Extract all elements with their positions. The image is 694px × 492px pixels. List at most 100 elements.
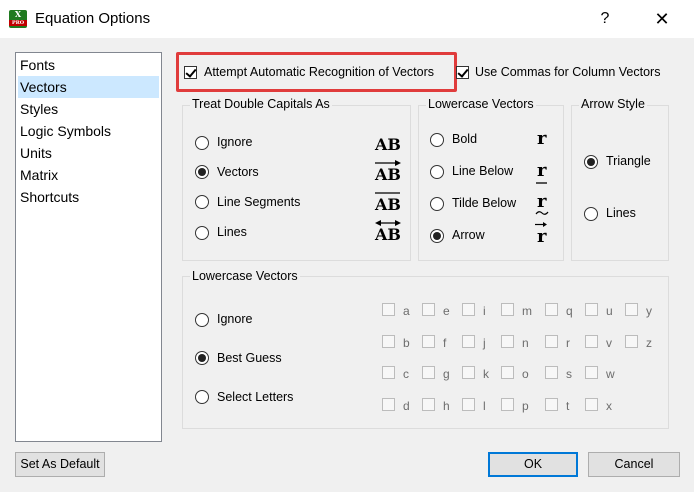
dc-ignore-radio[interactable] — [195, 136, 209, 150]
letter-label: x — [606, 399, 612, 413]
commas-label[interactable]: Use Commas for Column Vectors — [475, 65, 660, 79]
auto-recognition-label[interactable]: Attempt Automatic Recognition of Vectors — [204, 65, 434, 79]
lowercase-vectors-title: Lowercase Vectors — [190, 269, 300, 283]
letter-label: b — [403, 336, 410, 350]
lc-bold-label[interactable]: Bold — [452, 132, 477, 146]
letter-label: p — [522, 399, 529, 413]
letter-checkbox[interactable] — [625, 303, 638, 316]
dc-ignore-symbol: AB — [375, 135, 401, 154]
letter-checkbox[interactable] — [545, 366, 558, 379]
lc-line-below-label[interactable]: Line Below — [452, 164, 513, 178]
arrow-lines-label[interactable]: Lines — [606, 206, 636, 220]
letter-label: v — [606, 336, 612, 350]
ok-button[interactable]: OK — [488, 452, 578, 477]
lv-select-letters-label[interactable]: Select Letters — [217, 390, 293, 404]
letter-checkbox[interactable] — [382, 303, 395, 316]
lv-ignore-radio[interactable] — [195, 313, 209, 327]
letter-checkbox[interactable] — [382, 366, 395, 379]
category-units[interactable]: Units — [18, 142, 159, 164]
lowercase-style-title: Lowercase Vectors — [426, 97, 536, 111]
double-capitals-title: Treat Double Capitals As — [190, 97, 332, 111]
letter-checkbox[interactable] — [545, 303, 558, 316]
letter-label: o — [522, 367, 529, 381]
commas-checkbox[interactable] — [456, 66, 469, 79]
category-list[interactable]: Fonts Vectors Styles Logic Symbols Units… — [15, 52, 162, 442]
letter-checkbox[interactable] — [545, 335, 558, 348]
letter-checkbox[interactable] — [625, 335, 638, 348]
letter-label: a — [403, 304, 410, 318]
category-styles[interactable]: Styles — [18, 98, 159, 120]
letter-checkbox[interactable] — [422, 303, 435, 316]
set-as-default-button[interactable]: Set As Default — [15, 452, 105, 477]
double-arrow-accent-icon — [375, 220, 401, 226]
category-vectors[interactable]: Vectors — [18, 76, 159, 98]
letter-label: y — [646, 304, 652, 318]
app-icon: X PRO — [9, 10, 27, 28]
letter-label: i — [483, 304, 486, 318]
letter-label: u — [606, 304, 613, 318]
auto-recognition-checkbox[interactable] — [184, 66, 197, 79]
close-icon[interactable]: ✕ — [648, 6, 676, 32]
letter-label: n — [522, 336, 529, 350]
overline-accent-icon — [375, 192, 400, 194]
dc-lines-label[interactable]: Lines — [217, 225, 247, 239]
arrow-triangle-radio[interactable] — [584, 155, 598, 169]
underline-accent-icon — [536, 182, 547, 184]
lv-select-letters-radio[interactable] — [195, 390, 209, 404]
category-matrix[interactable]: Matrix — [18, 164, 159, 186]
category-fonts[interactable]: Fonts — [18, 54, 159, 76]
letter-checkbox[interactable] — [501, 366, 514, 379]
help-button[interactable]: ? — [595, 8, 615, 30]
letter-checkbox[interactable] — [585, 366, 598, 379]
cancel-button[interactable]: Cancel — [588, 452, 680, 477]
lc-tilde-below-symbol: r — [537, 191, 547, 212]
dc-ignore-label[interactable]: Ignore — [217, 135, 252, 149]
arrow-lines-radio[interactable] — [584, 207, 598, 221]
category-shortcuts[interactable]: Shortcuts — [18, 186, 159, 208]
arrow-style-group — [571, 105, 669, 261]
letter-checkbox[interactable] — [462, 335, 475, 348]
lv-best-guess-label[interactable]: Best Guess — [217, 351, 282, 365]
lc-tilde-below-radio[interactable] — [430, 197, 444, 211]
letter-checkbox[interactable] — [422, 366, 435, 379]
letter-checkbox[interactable] — [382, 398, 395, 411]
category-logic-symbols[interactable]: Logic Symbols — [18, 120, 159, 142]
letter-checkbox[interactable] — [585, 398, 598, 411]
letter-checkbox[interactable] — [422, 335, 435, 348]
letter-label: t — [566, 399, 570, 413]
letter-label: s — [566, 367, 572, 381]
right-arrow-accent-icon — [375, 160, 401, 166]
letter-checkbox[interactable] — [462, 398, 475, 411]
letter-label: w — [606, 367, 615, 381]
lc-arrow-radio[interactable] — [430, 229, 444, 243]
letter-checkbox[interactable] — [501, 398, 514, 411]
arrow-triangle-label[interactable]: Triangle — [606, 154, 651, 168]
letter-label: z — [646, 336, 652, 350]
letter-checkbox[interactable] — [422, 398, 435, 411]
dc-line-segments-radio[interactable] — [195, 195, 209, 209]
letter-label: k — [483, 367, 489, 381]
lc-arrow-label[interactable]: Arrow — [452, 228, 485, 242]
letter-checkbox[interactable] — [501, 335, 514, 348]
lv-ignore-label[interactable]: Ignore — [217, 312, 252, 326]
lc-tilde-below-label[interactable]: Tilde Below — [452, 196, 516, 210]
dc-vectors-radio[interactable] — [195, 165, 209, 179]
dc-line-segments-label[interactable]: Line Segments — [217, 195, 300, 209]
letter-checkbox[interactable] — [462, 303, 475, 316]
letter-checkbox[interactable] — [501, 303, 514, 316]
letter-label: e — [443, 304, 450, 318]
letter-checkbox[interactable] — [545, 398, 558, 411]
letter-checkbox[interactable] — [585, 335, 598, 348]
letter-label: g — [443, 367, 450, 381]
dc-vectors-label[interactable]: Vectors — [217, 165, 259, 179]
letter-checkbox[interactable] — [585, 303, 598, 316]
letter-checkbox[interactable] — [462, 366, 475, 379]
lv-best-guess-radio[interactable] — [195, 351, 209, 365]
lc-bold-symbol: r — [537, 128, 547, 149]
letter-label: q — [566, 304, 573, 318]
lc-bold-radio[interactable] — [430, 133, 444, 147]
dc-lines-radio[interactable] — [195, 226, 209, 240]
letter-checkbox[interactable] — [382, 335, 395, 348]
lc-line-below-radio[interactable] — [430, 165, 444, 179]
dc-vectors-symbol: AB — [375, 165, 401, 184]
